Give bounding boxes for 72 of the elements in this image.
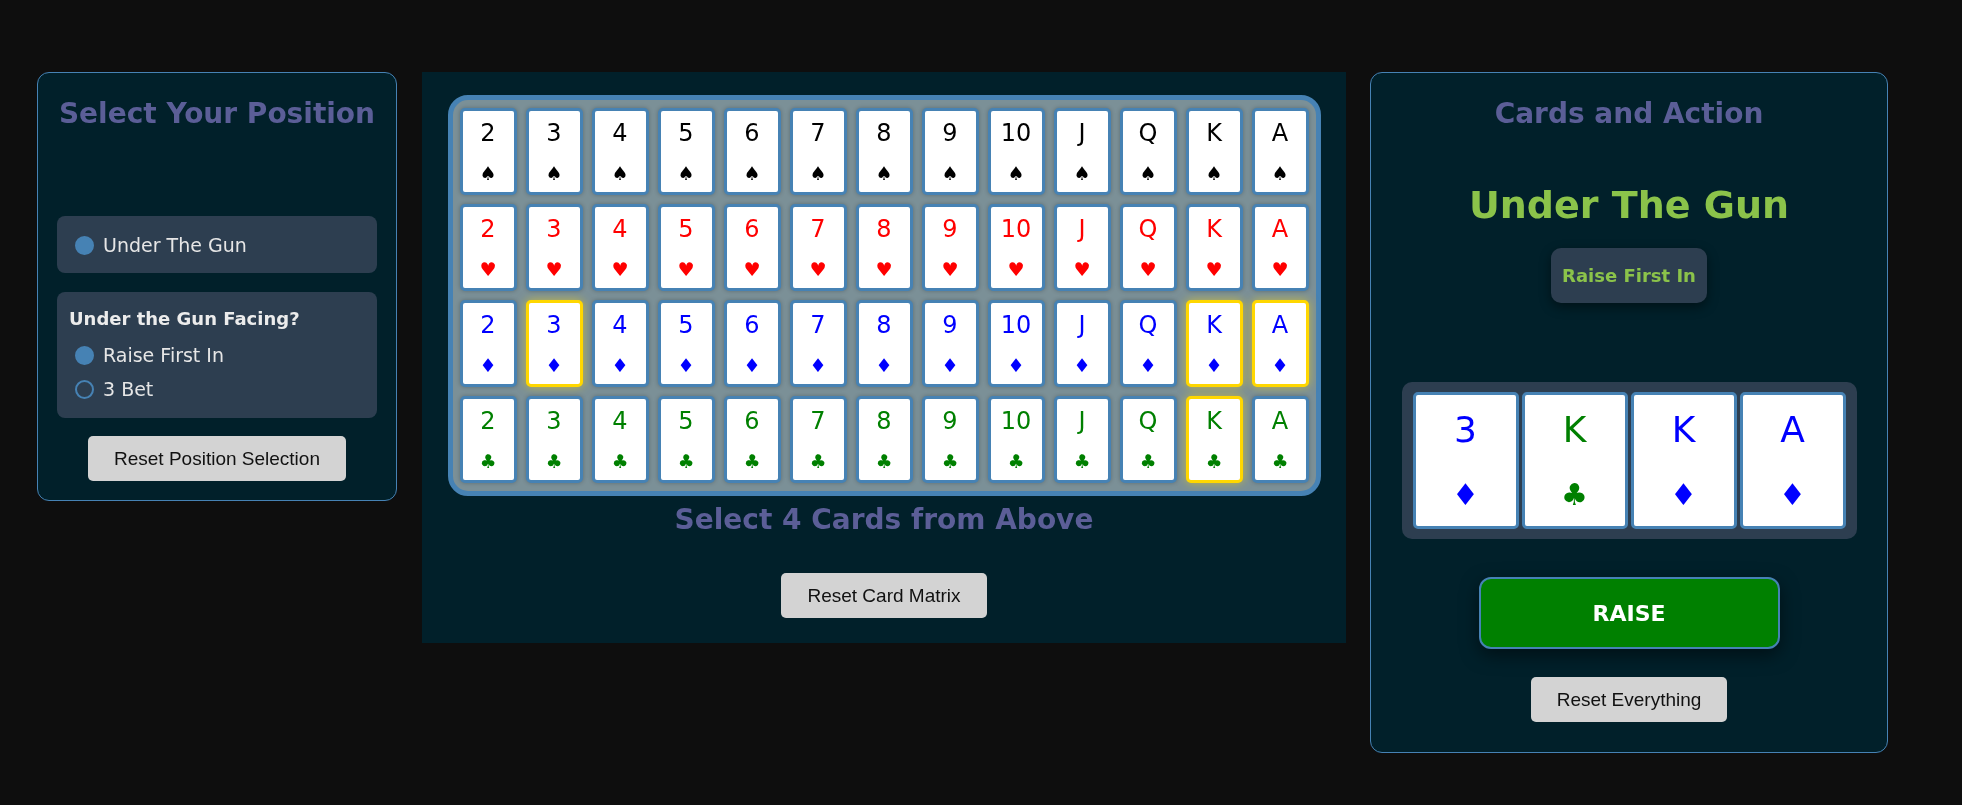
playing-card[interactable]: 5 ♥	[657, 204, 715, 291]
playing-card[interactable]: Q ♣	[1119, 396, 1177, 483]
playing-card[interactable]: J ♠	[1053, 108, 1111, 195]
playing-card[interactable]: J ♥	[1053, 204, 1111, 291]
playing-card[interactable]: 4 ♦	[591, 300, 649, 387]
playing-card: K ♦	[1630, 392, 1737, 529]
playing-card[interactable]: 6 ♥	[723, 204, 781, 291]
playing-card[interactable]: 2 ♥	[459, 204, 517, 291]
radio-option[interactable]: Raise First In	[69, 342, 363, 368]
instruction-text: Select 4 Cards from Above	[674, 503, 1094, 537]
playing-card[interactable]: K ♦	[1185, 300, 1243, 387]
playing-card[interactable]: 4 ♥	[591, 204, 649, 291]
playing-card[interactable]: 5 ♦	[657, 300, 715, 387]
reset-button[interactable]: Reset Everything	[1530, 677, 1728, 722]
playing-card[interactable]: 8 ♦	[855, 300, 913, 387]
playing-card[interactable]: A ♣	[1251, 396, 1309, 483]
playing-card[interactable]: 7 ♥	[789, 204, 847, 291]
radio-option[interactable]: Under The Gun	[71, 232, 363, 258]
playing-card[interactable]: 6 ♠	[723, 108, 781, 195]
playing-card[interactable]: 10 ♣	[987, 396, 1045, 483]
playing-card[interactable]: K ♥	[1185, 204, 1243, 291]
playing-card[interactable]: 9 ♦	[921, 300, 979, 387]
playing-card[interactable]: A ♠	[1251, 108, 1309, 195]
raise-button[interactable]: RAISE	[1478, 577, 1780, 649]
radio-icon[interactable]	[75, 345, 94, 365]
playing-card[interactable]: 10 ♠	[987, 108, 1045, 195]
playing-card[interactable]: J ♦	[1053, 300, 1111, 387]
playing-card[interactable]: 7 ♣	[789, 396, 847, 483]
playing-card[interactable]: Q ♠	[1119, 108, 1177, 195]
playing-card[interactable]: 9 ♠	[921, 108, 979, 195]
playing-card[interactable]: 8 ♥	[855, 204, 913, 291]
reset-button[interactable]: Reset Position Selection	[88, 436, 346, 481]
playing-card[interactable]: 5 ♠	[657, 108, 715, 195]
playing-card: A ♦	[1739, 392, 1846, 529]
radio-icon[interactable]	[75, 379, 94, 399]
playing-card: 3 ♦	[1412, 392, 1519, 529]
radio-icon[interactable]	[75, 235, 94, 255]
playing-card[interactable]: 3 ♦	[525, 300, 583, 387]
position-heading: Under The Gun	[1468, 182, 1790, 228]
playing-card[interactable]: J ♣	[1053, 396, 1111, 483]
playing-card[interactable]: 2 ♣	[459, 396, 517, 483]
playing-card[interactable]: 10 ♥	[987, 204, 1045, 291]
playing-card: K ♣	[1521, 392, 1628, 529]
playing-card[interactable]: 10 ♦	[987, 300, 1045, 387]
playing-card[interactable]: 9 ♥	[921, 204, 979, 291]
playing-card[interactable]: A ♦	[1251, 300, 1309, 387]
situation-badge: Raise First In	[1551, 248, 1707, 303]
playing-card[interactable]: A ♥	[1251, 204, 1309, 291]
playing-card[interactable]: 7 ♠	[789, 108, 847, 195]
playing-card[interactable]: 4 ♠	[591, 108, 649, 195]
panel-title: Select Your Position	[58, 97, 376, 131]
panel-title: Cards and Action	[1494, 97, 1764, 131]
playing-card[interactable]: 2 ♠	[459, 108, 517, 195]
playing-card[interactable]: 5 ♣	[657, 396, 715, 483]
playing-card[interactable]: K ♠	[1185, 108, 1243, 195]
playing-card[interactable]: Q ♥	[1119, 204, 1177, 291]
reset-button[interactable]: Reset Card Matrix	[781, 573, 987, 618]
playing-card[interactable]: 6 ♣	[723, 396, 781, 483]
playing-card[interactable]: Q ♦	[1119, 300, 1177, 387]
playing-card[interactable]: 2 ♦	[459, 300, 517, 387]
group-heading: Under the Gun Facing?	[69, 307, 301, 331]
playing-card[interactable]: 7 ♦	[789, 300, 847, 387]
playing-card[interactable]: 4 ♣	[591, 396, 649, 483]
playing-card[interactable]: 3 ♣	[525, 396, 583, 483]
playing-card[interactable]: 3 ♠	[525, 108, 583, 195]
playing-card[interactable]: K ♣	[1185, 396, 1243, 483]
playing-card[interactable]: 6 ♦	[723, 300, 781, 387]
playing-card[interactable]: 9 ♣	[921, 396, 979, 483]
playing-card[interactable]: 3 ♥	[525, 204, 583, 291]
playing-card[interactable]: 8 ♠	[855, 108, 913, 195]
playing-card[interactable]: 8 ♣	[855, 396, 913, 483]
radio-option[interactable]: 3 Bet	[69, 376, 363, 402]
